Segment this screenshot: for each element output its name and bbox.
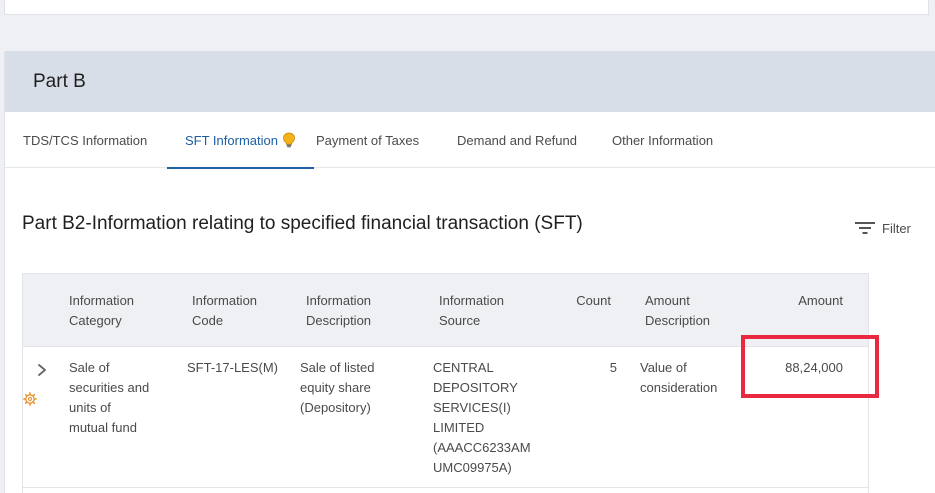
cell-line: 5 (609, 360, 617, 375)
tab-label: Payment of Taxes (316, 132, 420, 148)
header-information-source[interactable]: Information Source (439, 291, 504, 331)
tab-other-information[interactable]: Other Information (612, 112, 713, 168)
cell-information-code: SFT-17-LES(M) (187, 358, 278, 378)
amount-highlight-box (741, 335, 879, 398)
tab-label: TDS/TCS Information (23, 132, 148, 148)
header-line: Description (645, 313, 711, 328)
header-line: Information (306, 293, 372, 308)
tab-bar: TDS/TCS Information SFT Information Paym… (5, 112, 935, 169)
tab-payment-of-taxes[interactable]: Payment of Taxes (316, 112, 419, 168)
cell-line: mutual fund (69, 420, 137, 435)
part-b-card: Part B TDS/TCS Information SFT Informati… (4, 51, 935, 493)
gear-icon (23, 392, 37, 406)
part-header: Part B (5, 51, 935, 112)
row-divider (23, 487, 868, 488)
cell-line: LIMITED (433, 420, 485, 435)
cell-line: UMC09975A) (433, 460, 512, 475)
tab-demand-and-refund[interactable]: Demand and Refund (457, 112, 577, 168)
cell-line: CENTRAL (433, 360, 494, 375)
header-line: Amount (645, 293, 690, 308)
lightbulb-icon (283, 132, 295, 148)
header-line: Information (439, 293, 505, 308)
cell-line: consideration (640, 380, 718, 395)
header-amount[interactable]: Amount (763, 291, 843, 311)
part-title: Part B (33, 70, 86, 92)
header-count[interactable]: Count (563, 291, 611, 311)
cell-line: equity share (300, 380, 371, 395)
cell-line: SERVICES(I) (433, 400, 511, 415)
cell-information-description: Sale of listed equity share (Depository) (300, 358, 374, 418)
header-line: Information (69, 293, 135, 308)
header-line: Code (192, 313, 224, 328)
section-title: Part B2-Information relating to specifie… (22, 213, 583, 234)
cell-line: securities and (69, 380, 150, 395)
header-line: Information (192, 293, 258, 308)
cell-line: (Depository) (300, 400, 371, 415)
cell-line: units of (69, 400, 111, 415)
cell-amount-description: Value of consideration (640, 358, 717, 398)
header-line: Source (439, 313, 481, 328)
header-information-description[interactable]: Information Description (306, 291, 371, 331)
cell-line: (AAACC6233AM (433, 440, 531, 455)
filter-label: Filter (882, 220, 911, 236)
cell-line: Sale of (69, 360, 110, 375)
cell-line: DEPOSITORY (433, 380, 518, 395)
cell-line: Value of (640, 360, 687, 375)
header-line: Count (576, 293, 611, 308)
header-amount-description[interactable]: Amount Description (645, 291, 710, 331)
cell-information-category: Sale of securities and units of mutual f… (69, 358, 149, 438)
tab-label: Demand and Refund (457, 132, 577, 148)
filter-button[interactable]: Filter (854, 220, 911, 236)
cell-count: 5 (563, 358, 617, 378)
chevron-right-icon[interactable] (36, 363, 48, 377)
tab-tds-tcs-information[interactable]: TDS/TCS Information (23, 112, 147, 168)
filter-icon (855, 222, 875, 234)
header-information-code[interactable]: Information Code (192, 291, 257, 331)
header-line: Amount (798, 293, 843, 308)
header-information-category[interactable]: Information Category (69, 291, 134, 331)
tab-label: Other Information (612, 132, 714, 148)
header-line: Description (306, 313, 372, 328)
tab-sft-information[interactable]: SFT Information (167, 112, 314, 169)
header-line: Category (69, 313, 122, 328)
top-card (4, 0, 929, 15)
cell-information-source: CENTRAL DEPOSITORY SERVICES(I) LIMITED (… (433, 358, 531, 478)
cell-line: Sale of listed (300, 360, 375, 375)
tab-label: SFT Information (185, 132, 278, 148)
cell-line: SFT-17-LES(M) (187, 360, 279, 375)
